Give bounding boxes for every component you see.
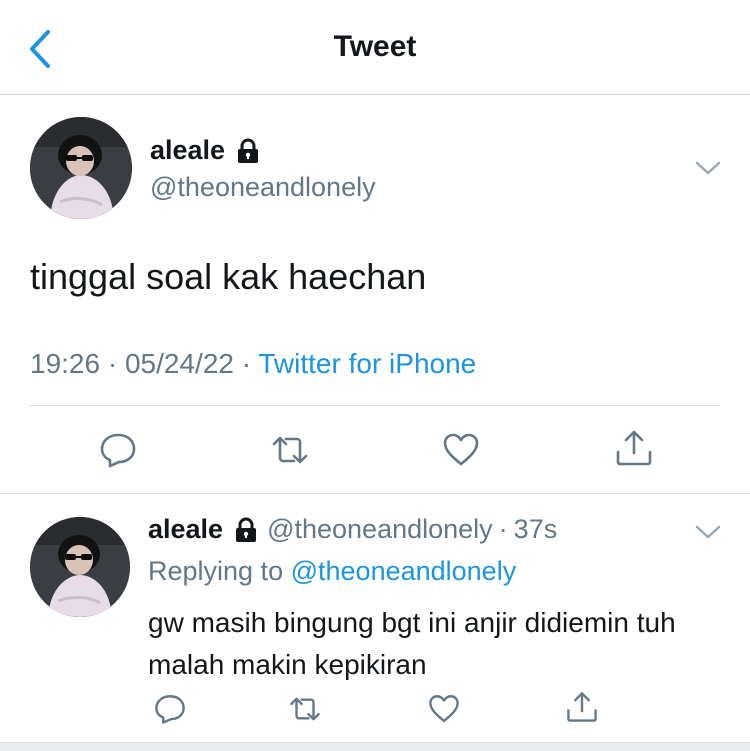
reply-handle[interactable]: @theoneandlonely	[267, 514, 493, 545]
retweet-button[interactable]	[270, 430, 310, 470]
divider	[30, 405, 720, 406]
reply-button[interactable]	[153, 692, 187, 726]
nav-bar: Tweet	[0, 0, 750, 95]
reply-button[interactable]	[98, 430, 138, 470]
reply-icon	[155, 695, 185, 724]
replying-label: Replying to	[148, 556, 284, 586]
section-divider	[0, 493, 750, 494]
author-row: aleale	[150, 135, 261, 166]
author-handle[interactable]: @theoneandlonely	[150, 172, 376, 203]
like-button[interactable]	[441, 430, 481, 470]
reply-text: gw masih bingung bgt ini anjir didiemin …	[148, 607, 676, 680]
reply-display-name[interactable]: aleale	[148, 514, 223, 545]
chevron-down-icon[interactable]	[695, 524, 721, 540]
reply-icon	[100, 433, 136, 468]
tweet-source-link[interactable]: Twitter for iPhone	[258, 348, 476, 379]
lock-icon	[236, 517, 257, 542]
share-button[interactable]	[565, 690, 599, 724]
avatar[interactable]	[30, 117, 132, 219]
reply-separator: ·	[498, 514, 508, 544]
chevron-down-icon[interactable]	[695, 160, 721, 176]
tweet-text: tinggal soal kak haechan	[30, 256, 427, 297]
share-icon	[567, 692, 597, 722]
meta-separator: ·	[241, 348, 252, 379]
share-icon	[616, 430, 652, 466]
heart-icon	[443, 433, 479, 466]
reply-author-row: aleale @theoneandlonely · 37s	[148, 514, 557, 545]
meta-separator: ·	[107, 348, 118, 379]
replying-to-line: Replying to @theoneandlonely	[148, 556, 516, 587]
reply-age: 37s	[513, 514, 558, 544]
avatar[interactable]	[30, 517, 130, 617]
retweet-icon	[272, 436, 308, 464]
display-name[interactable]: aleale	[150, 135, 225, 166]
retweet-icon	[290, 697, 320, 721]
tweet-time: 19:26	[30, 348, 101, 379]
tweet-date: 05/24/22	[124, 348, 234, 379]
like-button[interactable]	[427, 692, 461, 726]
lock-icon	[238, 138, 259, 163]
share-button[interactable]	[614, 428, 654, 468]
heart-icon	[429, 695, 459, 723]
replying-to-link[interactable]: @theoneandlonely	[291, 556, 517, 586]
page-title: Tweet	[333, 30, 417, 63]
retweet-button[interactable]	[288, 692, 322, 726]
tweet-meta: 19:26 · 05/24/22 · Twitter for iPhone	[30, 348, 476, 380]
bottom-divider	[0, 742, 750, 751]
